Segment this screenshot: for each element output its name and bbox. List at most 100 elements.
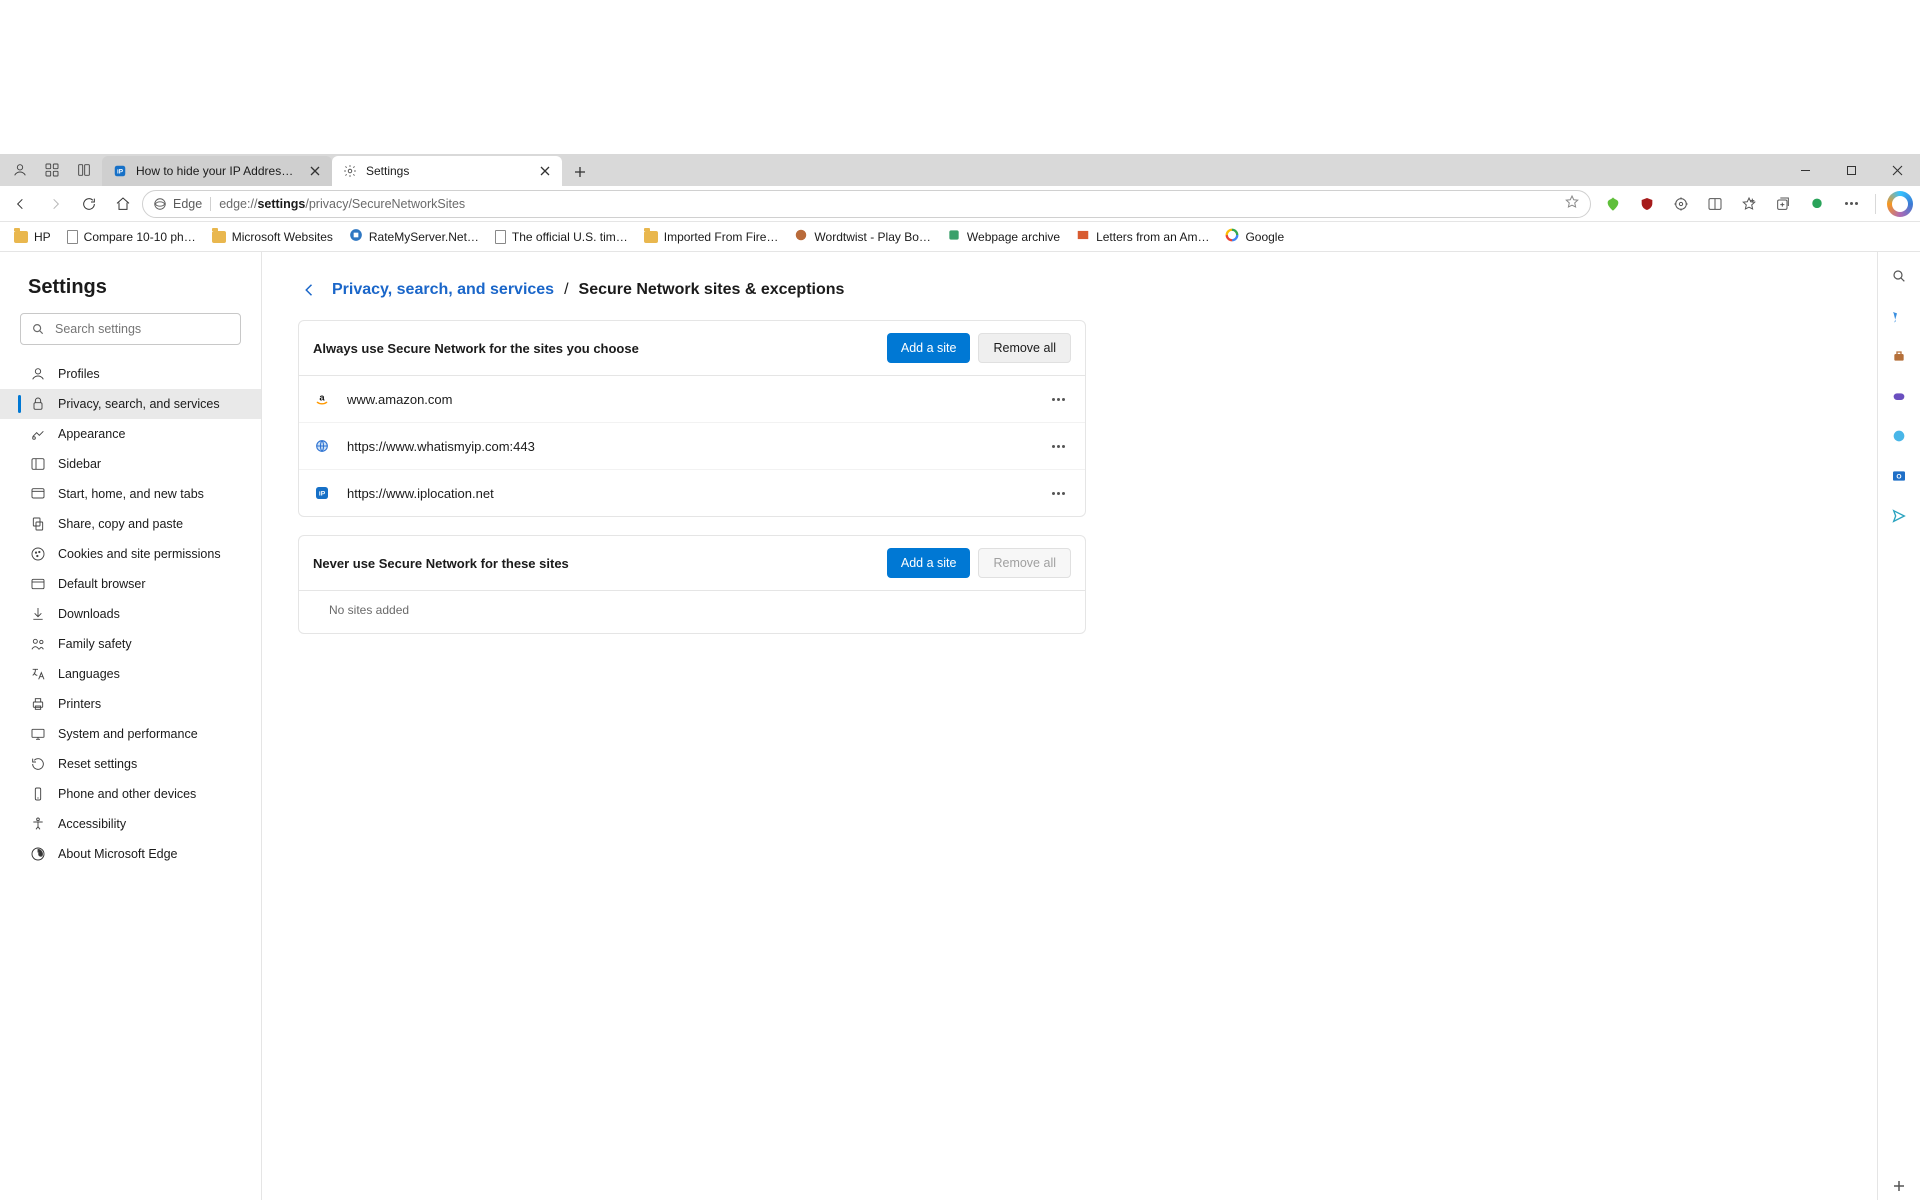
- nav-privacy[interactable]: Privacy, search, and services: [0, 389, 261, 419]
- breadcrumb-parent-link[interactable]: Privacy, search, and services: [332, 281, 554, 299]
- bookmark-item[interactable]: RateMyServer.Net…: [343, 224, 485, 249]
- bookmark-item[interactable]: Google: [1219, 224, 1290, 249]
- copilot-icon[interactable]: [1886, 190, 1914, 218]
- bookmark-item[interactable]: Imported From Fire…: [638, 226, 785, 248]
- search-icon[interactable]: [1885, 262, 1913, 290]
- nav-label: Privacy, search, and services: [58, 397, 220, 411]
- profile-button[interactable]: [6, 156, 34, 184]
- more-menu-icon[interactable]: [1837, 190, 1865, 218]
- extension-icon[interactable]: [1803, 190, 1831, 218]
- add-site-button[interactable]: Add a site: [887, 548, 971, 578]
- nav-about[interactable]: About Microsoft Edge: [0, 839, 261, 869]
- split-screen-icon[interactable]: [1701, 190, 1729, 218]
- add-site-button[interactable]: Add a site: [887, 333, 971, 363]
- bookmark-item[interactable]: The official U.S. tim…: [489, 226, 634, 248]
- favorite-star-icon[interactable]: [1564, 194, 1580, 213]
- settings-title: Settings: [28, 276, 261, 299]
- outlook-icon[interactable]: O: [1885, 462, 1913, 490]
- nav-appearance[interactable]: Appearance: [0, 419, 261, 449]
- empty-state-text: No sites added: [299, 591, 1085, 633]
- nav-languages[interactable]: Languages: [0, 659, 261, 689]
- card-title: Always use Secure Network for the sites …: [313, 341, 639, 356]
- tab-title: Settings: [366, 164, 528, 178]
- bookmark-item[interactable]: HP: [8, 226, 57, 248]
- refresh-button[interactable]: [74, 189, 104, 219]
- games-icon[interactable]: [1885, 382, 1913, 410]
- bookmark-item[interactable]: Letters from an Am…: [1070, 224, 1215, 249]
- favorites-icon[interactable]: [1735, 190, 1763, 218]
- close-icon[interactable]: [536, 162, 554, 180]
- search-input[interactable]: [53, 321, 230, 337]
- row-more-button[interactable]: [1045, 433, 1071, 459]
- extensions-cluster: [1599, 190, 1914, 218]
- chip-label: Edge: [173, 197, 202, 211]
- globe-icon: [313, 437, 331, 455]
- nav-downloads[interactable]: Downloads: [0, 599, 261, 629]
- nav-reset[interactable]: Reset settings: [0, 749, 261, 779]
- nav-label: Share, copy and paste: [58, 517, 183, 531]
- home-button[interactable]: [108, 189, 138, 219]
- bookmark-item[interactable]: Microsoft Websites: [206, 226, 339, 248]
- nav-share[interactable]: Share, copy and paste: [0, 509, 261, 539]
- nav-label: Family safety: [58, 637, 132, 651]
- window-controls: [1782, 154, 1920, 186]
- extension-icon[interactable]: [1633, 190, 1661, 218]
- row-more-button[interactable]: [1045, 386, 1071, 412]
- extension-icon[interactable]: [1667, 190, 1695, 218]
- close-icon[interactable]: [306, 162, 324, 180]
- nav-label: Languages: [58, 667, 120, 681]
- extension-icon[interactable]: [1599, 190, 1627, 218]
- bookmark-item[interactable]: Wordtwist - Play Bo…: [788, 224, 936, 249]
- nav-default-browser[interactable]: Default browser: [0, 569, 261, 599]
- site-url: www.amazon.com: [347, 392, 1029, 407]
- workspaces-button[interactable]: [38, 156, 66, 184]
- back-button[interactable]: [6, 189, 36, 219]
- tab-inactive[interactable]: iP How to hide your IP Address wit…: [102, 156, 332, 186]
- tab-actions-button[interactable]: [70, 156, 98, 184]
- shopping-icon[interactable]: [1885, 302, 1913, 330]
- nav-label: System and performance: [58, 727, 198, 741]
- nav-start[interactable]: Start, home, and new tabs: [0, 479, 261, 509]
- search-icon: [31, 322, 45, 336]
- nav-label: Phone and other devices: [58, 787, 196, 801]
- nav-sidebar[interactable]: Sidebar: [0, 449, 261, 479]
- svg-text:a: a: [319, 392, 325, 402]
- forward-button[interactable]: [40, 189, 70, 219]
- new-tab-button[interactable]: [566, 158, 594, 186]
- nav-cookies[interactable]: Cookies and site permissions: [0, 539, 261, 569]
- bookmark-item[interactable]: Compare 10-10 ph…: [61, 226, 202, 248]
- nav-printers[interactable]: Printers: [0, 689, 261, 719]
- remove-all-button[interactable]: Remove all: [978, 333, 1071, 363]
- site-icon: [1076, 228, 1090, 245]
- minimize-button[interactable]: [1782, 154, 1828, 186]
- bookmarks-bar: HP Compare 10-10 ph… Microsoft Websites …: [0, 222, 1920, 252]
- collections-icon[interactable]: [1769, 190, 1797, 218]
- nav-label: Reset settings: [58, 757, 137, 771]
- nav-system[interactable]: System and performance: [0, 719, 261, 749]
- nav-label: Printers: [58, 697, 101, 711]
- add-sidebar-icon[interactable]: [1885, 1172, 1913, 1200]
- ip-icon: iP: [112, 163, 128, 179]
- settings-search[interactable]: [20, 313, 241, 345]
- bookmark-item[interactable]: Webpage archive: [941, 224, 1066, 249]
- omnibox[interactable]: Edge edge://settings/privacy/SecureNetwo…: [142, 190, 1591, 218]
- close-window-button[interactable]: [1874, 154, 1920, 186]
- nav-phone[interactable]: Phone and other devices: [0, 779, 261, 809]
- image-creator-icon[interactable]: [1885, 422, 1913, 450]
- tab-active[interactable]: Settings: [332, 156, 562, 186]
- remove-all-button: Remove all: [978, 548, 1071, 578]
- drop-icon[interactable]: [1885, 502, 1913, 530]
- nav-family[interactable]: Family safety: [0, 629, 261, 659]
- nav-accessibility[interactable]: Accessibility: [0, 809, 261, 839]
- google-icon: [1225, 228, 1239, 245]
- maximize-button[interactable]: [1828, 154, 1874, 186]
- nav-profiles[interactable]: Profiles: [0, 359, 261, 389]
- svg-text:O: O: [1896, 474, 1901, 481]
- row-more-button[interactable]: [1045, 480, 1071, 506]
- site-row: a www.amazon.com: [299, 376, 1085, 422]
- folder-icon: [644, 231, 658, 243]
- tools-icon[interactable]: [1885, 342, 1913, 370]
- nav-label: Profiles: [58, 367, 100, 381]
- breadcrumb-back-button[interactable]: [298, 278, 322, 302]
- settings-sidebar: Settings Profiles Privacy, search, and s…: [0, 252, 262, 1200]
